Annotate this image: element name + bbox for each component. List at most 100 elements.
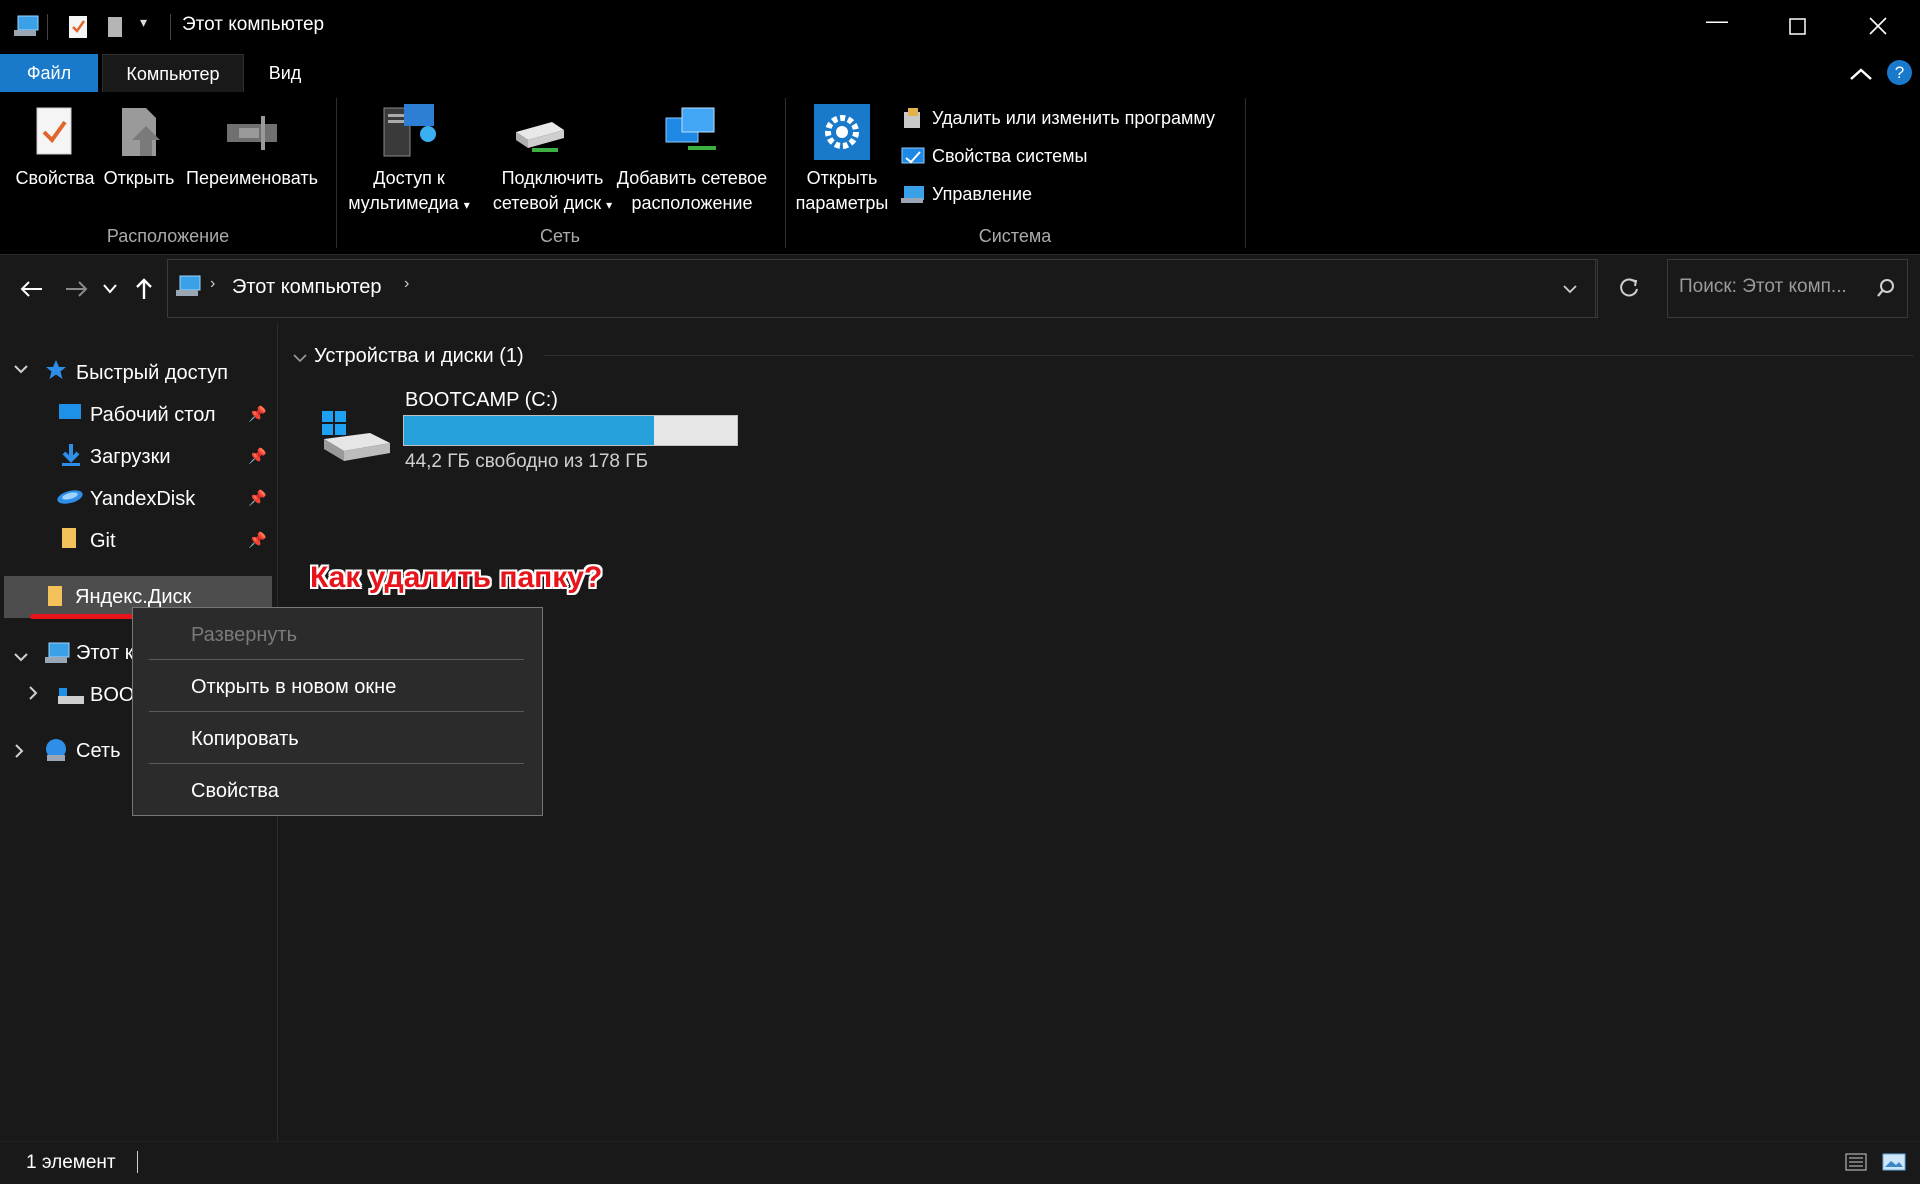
settings-gear-icon (814, 104, 870, 160)
this-pc-icon[interactable] (12, 14, 40, 40)
qat-divider (47, 14, 48, 40)
open-settings-line1: Открыть (806, 168, 878, 188)
drive-free-space: 44,2 ГБ свободно из 178 ГБ (405, 451, 649, 472)
properties-button[interactable]: Свойства (10, 166, 100, 191)
add-network-location-icon (665, 107, 716, 150)
group-header[interactable]: Устройства и диски (1) (314, 345, 524, 368)
breadcrumb-chevron-icon[interactable]: › (404, 275, 409, 293)
pin-icon[interactable]: 📌 (248, 447, 267, 465)
tab-computer[interactable]: Компьютер (102, 54, 244, 93)
rename-icon (227, 116, 277, 150)
window-title: Этот компьютер (182, 14, 325, 35)
group-collapse-icon[interactable] (292, 353, 308, 363)
sidebar-item-downloads[interactable]: Загрузки (90, 437, 171, 477)
manage-button[interactable]: Управление (932, 184, 1032, 205)
desktop-icon (59, 404, 81, 419)
address-divider (1595, 260, 1596, 317)
status-bar: 1 элемент (0, 1141, 1920, 1184)
tab-file[interactable]: Файл (0, 54, 98, 92)
expand-chevron-icon[interactable] (13, 361, 29, 379)
map-drive-button[interactable]: Подключить сетевой диск ▾ (480, 166, 625, 218)
media-access-button[interactable]: Доступ к мультимедиа ▾ (336, 166, 482, 218)
pin-icon[interactable]: 📌 (248, 405, 267, 423)
sidebar-item-git[interactable]: Git (90, 521, 116, 561)
drive-name[interactable]: BOOTCAMP (C:) (405, 389, 558, 412)
open-settings-button[interactable]: Открыть параметры (790, 166, 894, 216)
drive-usage-fill (404, 416, 654, 445)
folder-icon (62, 528, 76, 548)
back-arrow-icon[interactable] (18, 279, 44, 299)
menu-separator (149, 711, 524, 712)
yandexdisk-icon (57, 490, 83, 504)
system-properties-button[interactable]: Свойства системы (932, 146, 1087, 167)
group-separator (1245, 98, 1246, 248)
menu-item-properties[interactable]: Свойства (191, 766, 279, 816)
context-menu: Развернуть Открыть в новом окне Копирова… (132, 607, 543, 816)
search-input[interactable]: Поиск: Этот комп... (1667, 259, 1908, 318)
close-icon[interactable] (1869, 17, 1887, 35)
drive-icon (58, 688, 84, 704)
open-icon (122, 108, 160, 156)
pin-icon[interactable]: 📌 (248, 531, 267, 549)
menu-item-expand[interactable]: Развернуть (191, 610, 297, 660)
open-button[interactable]: Открыть (100, 166, 178, 191)
properties-check-icon[interactable] (68, 14, 88, 40)
folder-icon (48, 586, 62, 606)
menu-item-open-new-window[interactable]: Открыть в новом окне (191, 662, 396, 712)
title-divider (170, 14, 171, 40)
sidebar-item-yandexdisk[interactable]: YandexDisk (90, 479, 195, 519)
address-bar[interactable]: › Этот компьютер › (167, 259, 1638, 318)
help-icon[interactable]: ? (1887, 60, 1912, 85)
collapsed-chevron-icon[interactable] (14, 743, 24, 764)
expand-chevron-icon[interactable] (13, 649, 29, 667)
sidebar-quick-access[interactable]: Быстрый доступ (76, 353, 228, 393)
breadcrumb-this-pc[interactable]: Этот компьютер (232, 276, 382, 299)
group-network-label: Сеть (539, 226, 581, 246)
open-settings-line2: параметры (795, 193, 889, 213)
rename-button[interactable]: Переименовать (180, 166, 324, 191)
up-arrow-icon[interactable] (134, 277, 154, 301)
maximize-icon[interactable] (1789, 18, 1807, 36)
recent-locations-icon[interactable] (102, 283, 118, 295)
sidebar-item-network[interactable]: Сеть (76, 731, 120, 771)
breadcrumb-chevron-icon[interactable]: › (210, 275, 215, 293)
new-folder-icon[interactable] (106, 14, 126, 40)
media-access-icon (383, 104, 436, 157)
this-pc-icon (45, 642, 70, 663)
media-access-line2: мультимедиа (348, 193, 459, 213)
address-history-icon[interactable] (1562, 284, 1578, 294)
uninstall-program-button[interactable]: Удалить или изменить программу (932, 108, 1215, 129)
forward-arrow-icon[interactable] (64, 279, 90, 299)
refresh-icon[interactable] (1618, 276, 1640, 298)
sidebar-item-this-pc[interactable]: Этот к (76, 633, 133, 673)
manage-icon (901, 186, 924, 203)
collapse-ribbon-icon[interactable] (1849, 66, 1873, 82)
downloads-icon (62, 444, 80, 466)
dropdown-icon[interactable]: ▾ (140, 14, 147, 31)
group-header-line (544, 355, 1914, 356)
star-icon (46, 360, 66, 379)
ribbon-tabs: Файл Компьютер Вид ? (0, 54, 1920, 93)
sidebar-item-desktop[interactable]: Рабочий стол (90, 395, 216, 435)
ribbon: Свойства Открыть Переименовать Расположе… (0, 92, 1920, 255)
network-globe-icon (46, 739, 66, 761)
menu-item-copy[interactable]: Копировать (191, 714, 299, 764)
windows-drive-icon (322, 411, 390, 461)
sidebar-item-bootcamp[interactable]: BOO (90, 675, 134, 715)
minimize-icon[interactable]: — (1706, 8, 1728, 34)
pin-icon[interactable]: 📌 (248, 489, 267, 507)
media-access-line1: Доступ к (373, 168, 445, 188)
large-icons-view-icon[interactable] (1882, 1152, 1906, 1172)
search-placeholder: Поиск: Этот комп... (1679, 276, 1847, 297)
search-icon[interactable] (1876, 278, 1896, 298)
properties-icon (36, 107, 72, 155)
annotation-question: Как удалить папку? (310, 561, 603, 594)
title-bar: ▾ Этот компьютер — (0, 0, 1920, 54)
uninstall-icon (904, 108, 920, 128)
details-view-icon[interactable] (1845, 1152, 1867, 1172)
item-count: 1 элемент (26, 1152, 116, 1173)
tab-view[interactable]: Вид (250, 54, 320, 92)
add-network-location-button[interactable]: Добавить сетевое расположение (608, 166, 776, 216)
group-system-label: Система (978, 226, 1052, 246)
collapsed-chevron-icon[interactable] (28, 685, 38, 706)
